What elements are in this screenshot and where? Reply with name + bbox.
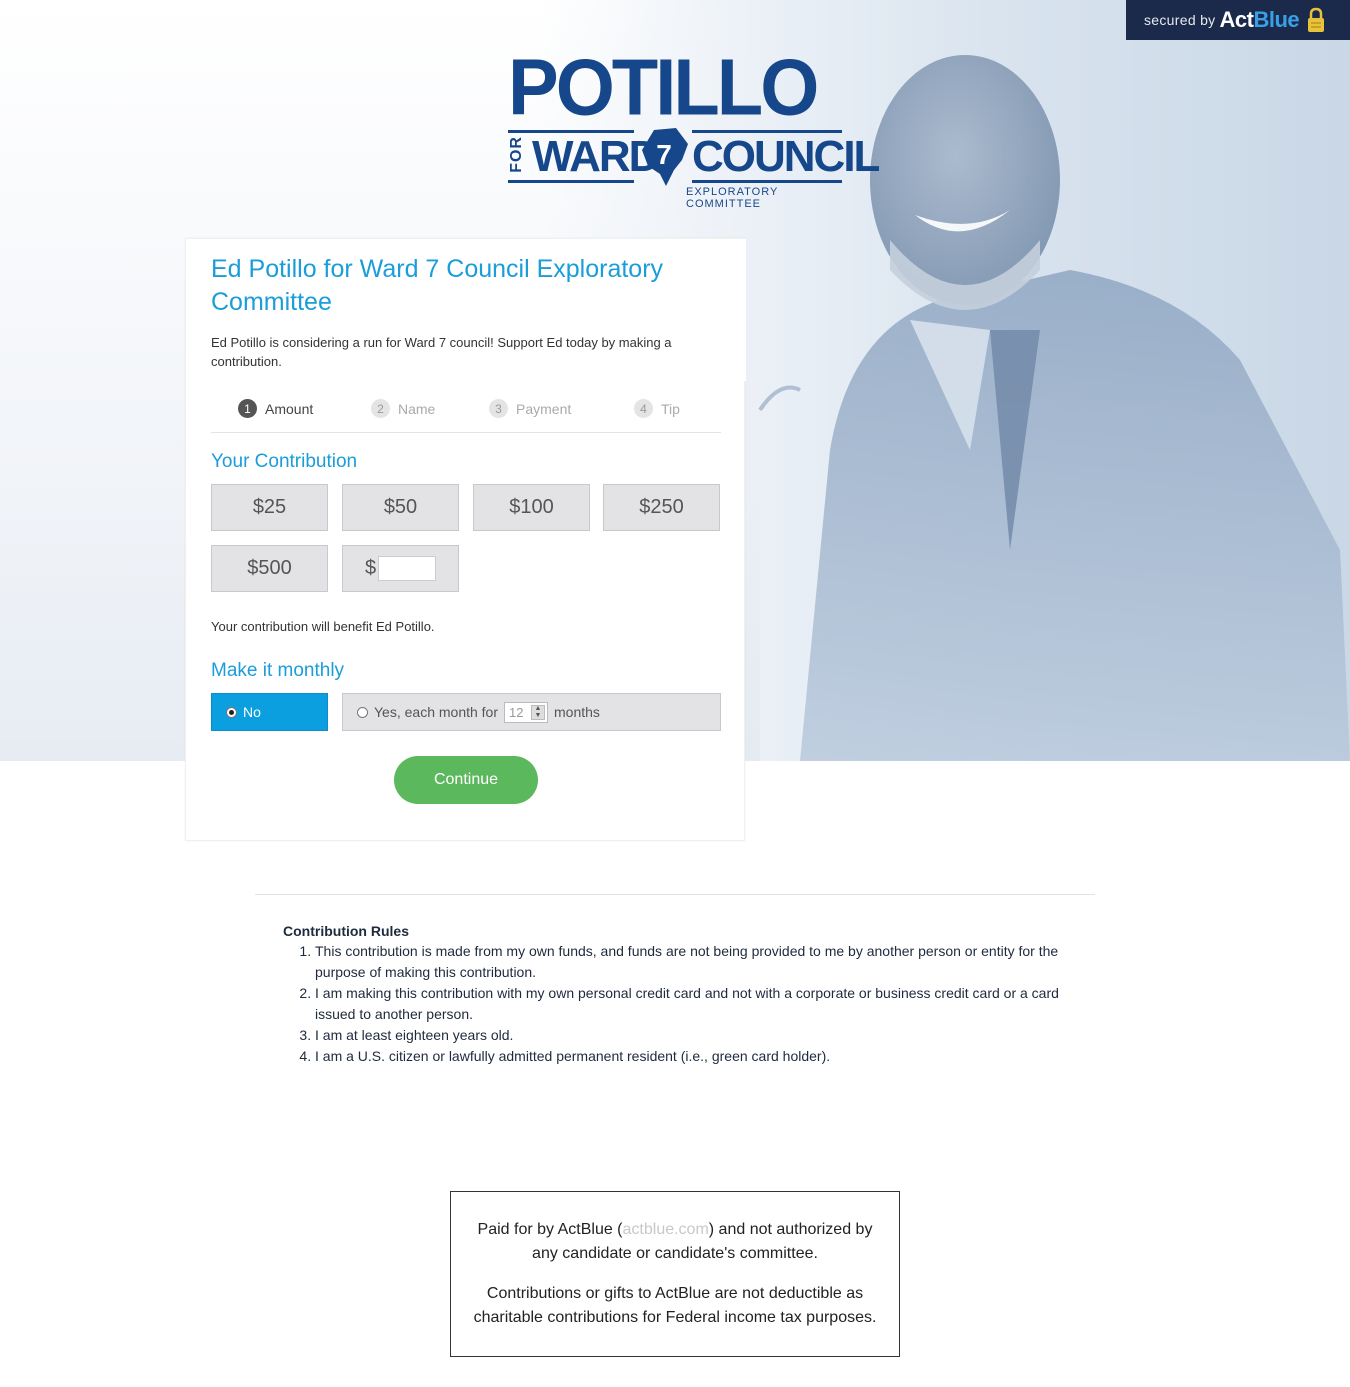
page-title: Ed Potillo for Ward 7 Council Explorator… [211, 255, 664, 316]
logo-council: COUNCIL [692, 132, 880, 181]
svg-text:7: 7 [656, 139, 672, 170]
rule-item: I am a U.S. citizen or lawfully admitted… [315, 1046, 1063, 1067]
contribution-form-card: Ed Potillo for Ward 7 Council Explorator… [185, 238, 746, 841]
step-number: 2 [371, 399, 390, 418]
amount-button-50[interactable]: $50 [342, 484, 459, 531]
monthly-yes-option[interactable]: Yes, each month for 12 ▲ ▼ months [342, 693, 721, 731]
amount-button-100[interactable]: $100 [473, 484, 590, 531]
step-number: 4 [634, 399, 653, 418]
other-amount-box[interactable]: $ [342, 545, 459, 592]
rule-item: I am at least eighteen years old. [315, 1025, 1063, 1046]
monthly-no-option[interactable]: No [211, 693, 328, 731]
step-label: Name [398, 400, 436, 417]
divider [255, 894, 1095, 895]
step-progress: 1 Amount 2 Name 3 Payment 4 Tip [211, 389, 721, 433]
step-label: Amount [265, 400, 314, 417]
lock-icon [1308, 7, 1325, 32]
paid-for-disclaimer: Paid for by ActBlue (actblue.com) and no… [450, 1191, 900, 1357]
actblue-link[interactable]: actblue.com [623, 1221, 709, 1238]
other-amount-input[interactable] [378, 556, 437, 581]
radio-selected-icon[interactable] [226, 706, 237, 718]
step-payment: 3 Payment [489, 399, 571, 418]
amount-button-250[interactable]: $250 [603, 484, 720, 531]
contribution-rules: Contribution Rules This contribution is … [283, 923, 1063, 1067]
card-header: Ed Potillo for Ward 7 Council Explorator… [186, 239, 746, 381]
secured-by-actblue-badge[interactable]: secured by ActBlue [1126, 0, 1350, 40]
logo-name: POTILLO [508, 42, 819, 133]
logo-for: FOR [508, 136, 525, 173]
step-label: Payment [516, 400, 572, 417]
amount-button-25[interactable]: $25 [211, 484, 328, 531]
monthly-yes-prefix: Yes, each month for [374, 704, 499, 720]
secured-prefix: secured by [1144, 12, 1216, 28]
currency-symbol: $ [365, 557, 377, 579]
amount-button-500[interactable]: $500 [211, 545, 328, 592]
benefit-note: Your contribution will benefit Ed Potill… [211, 619, 435, 634]
campaign-logo: POTILLO FOR WARD 7 COUNCIL EXPLORATORY C… [508, 42, 880, 210]
step-label: Tip [661, 400, 680, 417]
rules-title: Contribution Rules [283, 923, 409, 939]
monthly-yes-suffix: months [554, 704, 600, 720]
actblue-brand: ActBlue [1219, 7, 1300, 32]
monthly-section-title: Make it monthly [211, 660, 345, 681]
step-number: 1 [238, 399, 257, 418]
continue-button[interactable]: Continue [394, 756, 538, 804]
tax-note: Contributions or gifts to ActBlue are no… [473, 1285, 877, 1326]
step-name: 2 Name [371, 399, 435, 418]
step-tip: 4 Tip [634, 399, 680, 418]
step-number: 3 [489, 399, 508, 418]
step-amount[interactable]: 1 Amount [238, 399, 313, 418]
logo-subtitle: EXPLORATORY COMMITTEE [686, 186, 779, 210]
stepper-arrows-icon[interactable]: ▲ ▼ [531, 704, 546, 720]
ward-map-icon: 7 [642, 128, 688, 186]
monthly-no-label: No [243, 704, 261, 720]
paid-for-text: Paid for by ActBlue (actblue.com) and no… [477, 1221, 873, 1262]
months-stepper[interactable]: 12 ▲ ▼ [504, 701, 549, 723]
page-description: Ed Potillo is considering a run for Ward… [211, 335, 672, 369]
contribution-section-title: Your Contribution [211, 451, 358, 472]
rule-item: I am making this contribution with my ow… [315, 983, 1063, 1025]
rules-list: This contribution is made from my own fu… [283, 941, 1063, 1067]
months-value: 12 [509, 704, 524, 720]
radio-unselected-icon[interactable] [357, 706, 368, 718]
rule-item: This contribution is made from my own fu… [315, 941, 1063, 983]
